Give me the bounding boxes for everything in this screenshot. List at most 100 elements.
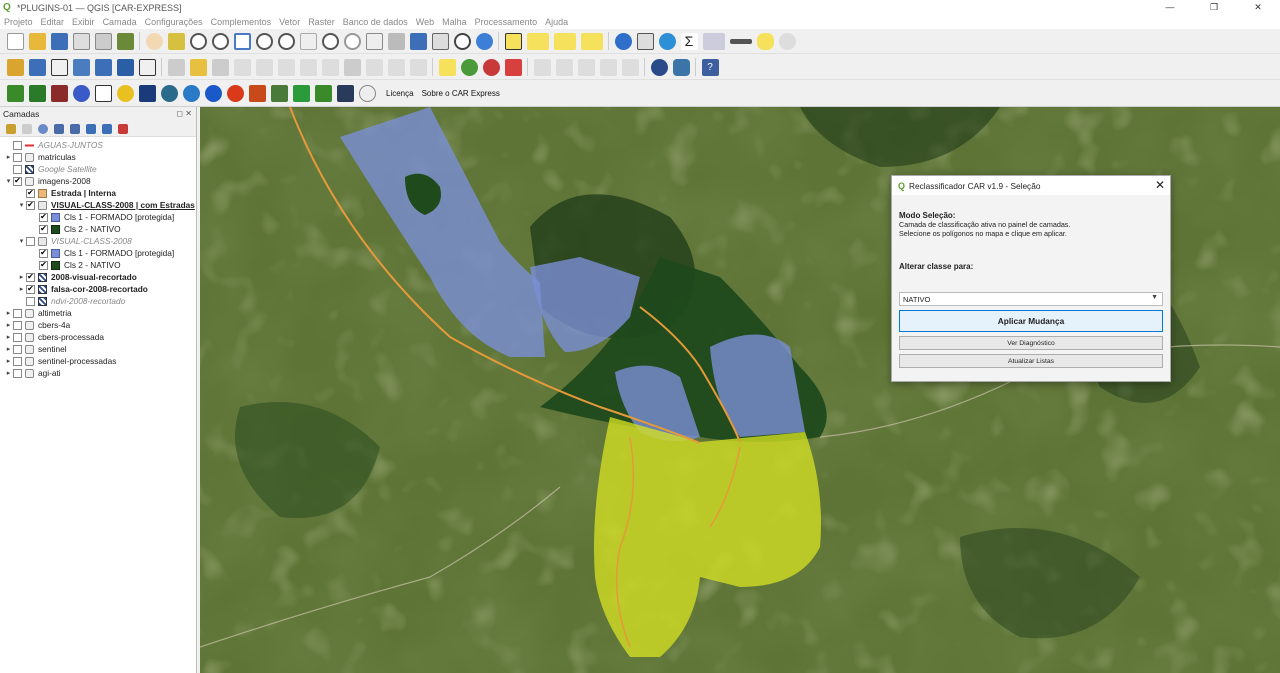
label-toolbar-icon[interactable]	[438, 58, 456, 76]
attribute-table-icon[interactable]	[636, 32, 654, 50]
data-source-icon[interactable]	[28, 58, 46, 76]
layer-row[interactable]: ✔ Cls 2 - NATIVO	[0, 259, 196, 271]
bookmark-icon[interactable]	[409, 32, 427, 50]
menu-item-vetor[interactable]: Vetor	[279, 17, 300, 27]
select-by-value-icon[interactable]	[526, 32, 549, 50]
menu-item-exibir[interactable]: Exibir	[72, 17, 95, 27]
layer-row[interactable]: ▸ sentinel-processadas	[0, 355, 196, 367]
filter-legend-icon[interactable]	[54, 123, 64, 134]
show-bookmarks-icon[interactable]	[431, 32, 449, 50]
current-edits-icon[interactable]	[167, 58, 185, 76]
layer-visibility-checkbox[interactable]: ✔	[39, 260, 48, 270]
layer-row[interactable]: ✔ Estrada | Interna	[0, 187, 196, 199]
layer-row[interactable]: Google Satellite	[0, 163, 196, 175]
layer-visibility-checkbox[interactable]	[13, 320, 22, 330]
zoom-feature-icon[interactable]	[778, 32, 796, 50]
expand-arrow-icon[interactable]: ▸	[4, 333, 13, 341]
class-select[interactable]: NATIVO ▼	[899, 292, 1163, 306]
menu-item-ajuda[interactable]: Ajuda	[545, 17, 568, 27]
statistics-icon[interactable]: Σ	[680, 32, 698, 50]
map-tips-icon[interactable]	[756, 32, 774, 50]
layer-row[interactable]: ▸ matriculas	[0, 151, 196, 163]
expand-arrow-icon[interactable]: ▸	[4, 309, 13, 317]
zoom-native-icon[interactable]	[299, 32, 317, 50]
layer-visibility-checkbox[interactable]: ✔	[39, 212, 48, 222]
expand-arrow-icon[interactable]: ▸	[17, 285, 26, 293]
layer-row[interactable]: ▸ ✔ 2008-visual-recortado	[0, 271, 196, 283]
expand-arrow-icon[interactable]: ▾	[17, 201, 26, 209]
layer-row[interactable]: ✔ Cls 2 - NATIVO	[0, 223, 196, 235]
layer-row[interactable]: ✔ Cls 1 - FORMADO [protegida]	[0, 211, 196, 223]
expand-arrow-icon[interactable]: ▸	[17, 273, 26, 281]
layer-visibility-checkbox[interactable]: ✔	[13, 176, 22, 186]
label-props-icon[interactable]	[621, 58, 639, 76]
car-alert-icon[interactable]	[248, 85, 266, 102]
refresh-lists-button[interactable]: Atualizar Listas	[899, 354, 1163, 368]
layer-row[interactable]: ▸ altimetria	[0, 307, 196, 319]
open-styling-icon[interactable]	[6, 123, 16, 134]
copy-features-icon[interactable]	[343, 58, 361, 76]
car-tree-icon[interactable]	[292, 85, 310, 102]
modify-attributes-icon[interactable]	[277, 58, 295, 76]
expand-arrow-icon[interactable]: ▸	[4, 153, 13, 161]
expand-arrow-icon[interactable]: ▾	[4, 177, 13, 185]
add-wfs-icon[interactable]	[138, 58, 156, 76]
deselect-icon[interactable]	[553, 32, 576, 50]
car-image-icon[interactable]	[270, 85, 288, 102]
layer-visibility-checkbox[interactable]: ✔	[26, 188, 35, 198]
layer-visibility-checkbox[interactable]: ✔	[26, 200, 35, 210]
car-search-icon[interactable]	[182, 85, 200, 102]
rotate-label-icon[interactable]	[555, 58, 573, 76]
menu-item-raster[interactable]: Raster	[308, 17, 335, 27]
python-console-icon[interactable]	[672, 58, 690, 76]
layer-visibility-checkbox[interactable]	[13, 152, 22, 162]
layer-row[interactable]: ▸ cbers-4a	[0, 319, 196, 331]
add-raster-icon[interactable]	[72, 58, 90, 76]
manage-visibility-icon[interactable]	[38, 123, 48, 134]
zoom-next-icon[interactable]	[343, 32, 361, 50]
layer-row[interactable]: ndvi-2008-recortado	[0, 295, 196, 307]
apply-change-button[interactable]: Aplicar Mudança	[899, 310, 1163, 332]
highlight-labels-icon[interactable]	[504, 58, 522, 76]
car-circle-icon[interactable]	[358, 85, 376, 102]
refresh-icon[interactable]	[475, 32, 493, 50]
remove-layer-icon[interactable]	[118, 123, 128, 134]
new-3d-view-icon[interactable]	[387, 32, 405, 50]
menu-item-malha[interactable]: Malha	[442, 17, 467, 27]
expand-arrow-icon[interactable]: ▸	[4, 357, 13, 365]
layer-visibility-checkbox[interactable]: ✔	[26, 284, 35, 294]
pin-labels-icon[interactable]	[482, 58, 500, 76]
open-project-icon[interactable]	[28, 32, 46, 50]
delete-selected-icon[interactable]	[299, 58, 317, 76]
temporal-controller-icon[interactable]	[453, 32, 471, 50]
collapse-all-icon[interactable]	[102, 123, 112, 134]
save-project-icon[interactable]	[50, 32, 68, 50]
car-home-icon[interactable]	[314, 85, 332, 102]
layer-row[interactable]: ▸ ✔ falsa-cor-2008-recortado	[0, 283, 196, 295]
layer-row[interactable]: ▸ agi-ati	[0, 367, 196, 379]
zoom-in-icon[interactable]	[189, 32, 207, 50]
open-table-icon[interactable]	[702, 32, 725, 50]
layer-visibility-checkbox[interactable]: ✔	[39, 224, 48, 234]
processing-toolbox-icon[interactable]	[658, 32, 676, 50]
coordinate-capture-icon[interactable]	[650, 58, 668, 76]
layer-row[interactable]: ▸ cbers-processada	[0, 331, 196, 343]
add-vector-icon[interactable]	[50, 58, 68, 76]
about-menu[interactable]: Sobre o CAR Express	[422, 89, 500, 98]
menu-item-web[interactable]: Web	[416, 17, 434, 27]
new-map-view-icon[interactable]	[365, 32, 383, 50]
layer-row[interactable]: AGUAS-JUNTOS	[0, 139, 196, 151]
expand-all-icon[interactable]	[86, 123, 96, 134]
zoom-out-icon[interactable]	[211, 32, 229, 50]
dialog-close-icon[interactable]: ✕	[1155, 178, 1165, 192]
undo-icon[interactable]	[387, 58, 405, 76]
car-layer-icon[interactable]	[138, 85, 156, 102]
car-yellow-icon[interactable]	[116, 85, 134, 102]
zoom-selection-icon[interactable]	[255, 32, 273, 50]
pan-icon[interactable]	[145, 32, 163, 50]
vertex-tool-icon[interactable]	[255, 58, 273, 76]
layer-visibility-checkbox[interactable]	[13, 332, 22, 342]
car-check-icon[interactable]	[94, 85, 112, 102]
digitize-icon[interactable]	[6, 58, 24, 76]
layer-row[interactable]: ▸ sentinel	[0, 343, 196, 355]
